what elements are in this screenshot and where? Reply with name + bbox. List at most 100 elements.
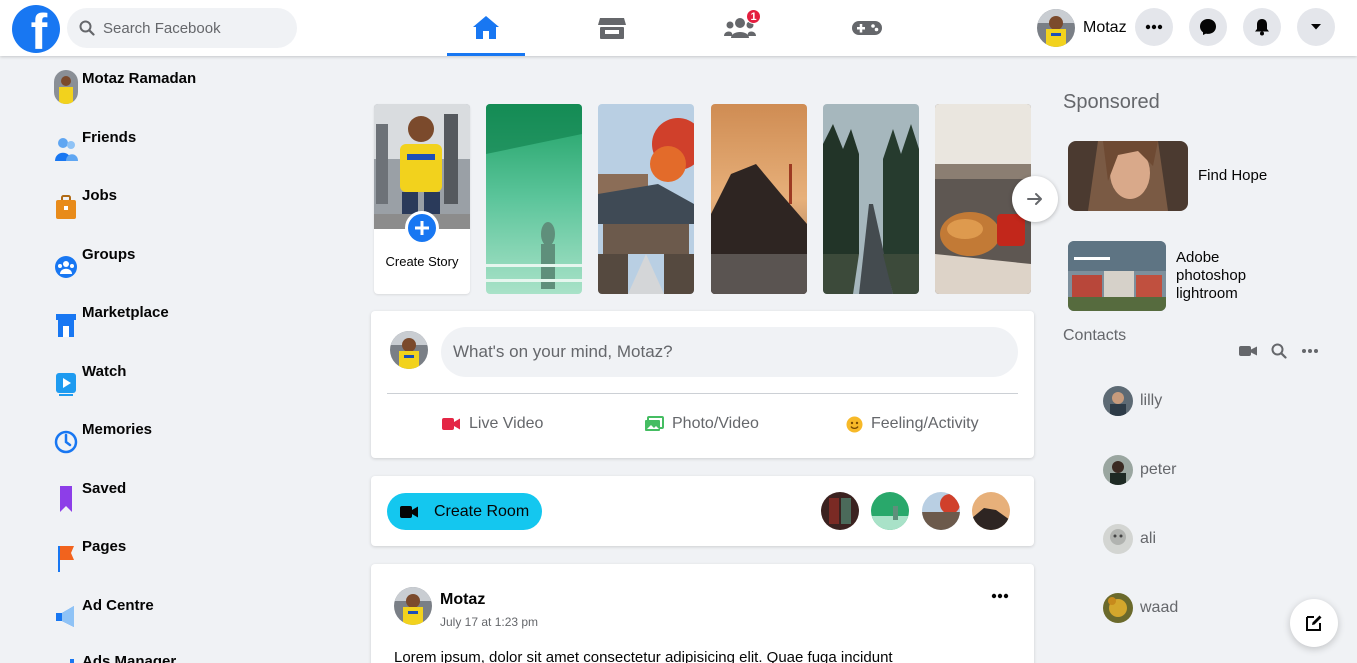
avatar [54,70,78,104]
tab-gaming[interactable] [828,0,906,56]
avatar[interactable] [394,587,432,625]
post-options-button[interactable] [991,586,1009,604]
sidebar-item-groups[interactable]: Groups [54,244,135,280]
contacts-options-icon[interactable] [1301,348,1319,354]
sidebar-item-label: Ads Manager [82,653,177,663]
marketplace-store-icon [598,18,626,39]
megaphone-icon [56,606,74,627]
avatar [1103,455,1133,485]
menu-button[interactable] [1135,8,1173,46]
sidebar-item-jobs[interactable]: Jobs [54,185,117,221]
sidebar-item-friends[interactable]: Friends [54,127,136,163]
notifications-bell-icon [1255,19,1269,36]
groups-notification-badge: 1 [746,9,761,24]
avatar [1103,593,1133,623]
post-author[interactable]: Motaz [440,591,485,609]
add-story-button[interactable] [405,211,439,245]
more-dots-icon [1145,24,1163,30]
plus-icon [415,221,429,235]
tab-marketplace[interactable] [573,0,651,56]
avatar [1103,524,1133,554]
sponsored-image [1068,241,1166,311]
room-avatar[interactable] [871,492,909,530]
stories-next-button[interactable] [1012,176,1058,222]
home-icon [473,15,499,39]
facebook-logo[interactable]: f [12,5,60,53]
photo-icon [645,416,664,431]
sponsored-item[interactable]: Adobe photoshop lightroom [1068,241,1246,311]
sidebar-item-label: Motaz Ramadan [82,70,197,87]
sidebar-item-memories[interactable]: Memories [54,419,152,455]
search-contacts-icon[interactable] [1271,343,1287,359]
contact-item[interactable]: waad [1103,593,1178,623]
create-room-button[interactable]: Create Room [387,493,542,530]
more-dots-icon [991,593,1009,599]
story-thumbnail [486,104,582,294]
sidebar-item-ad-centre[interactable]: Ad Centre [54,595,154,631]
room-avatar[interactable] [821,492,859,530]
sponsored-heading: Sponsored [1063,91,1160,113]
new-room-video-icon[interactable] [1238,345,1258,357]
rooms-card: Create Room [371,476,1034,546]
search-box[interactable] [67,8,297,48]
create-story-card[interactable]: Create Story [374,104,470,294]
contact-item[interactable]: ali [1103,524,1156,554]
compose-edit-icon [1306,615,1322,631]
sidebar-item-label: Ad Centre [82,597,154,614]
gaming-controller-icon [852,21,882,35]
live-video-button[interactable]: Live Video [441,415,543,433]
story-card[interactable] [823,104,919,294]
sponsored-label: Find Hope [1198,167,1268,184]
sidebar-item-label: Marketplace [82,304,169,321]
sidebar-item-saved[interactable]: Saved [54,478,126,514]
avatar [1037,9,1075,47]
sidebar-item-ads-manager[interactable]: Ads Manager [54,651,176,663]
header-profile-name: Motaz [1083,19,1127,36]
notifications-button[interactable] [1243,8,1281,46]
photo-video-label: Photo/Video [672,415,759,432]
friends-icon [55,138,78,161]
groups-icon [55,256,77,278]
smiley-icon [846,416,863,432]
contact-name: ali [1140,530,1157,547]
story-card[interactable] [486,104,582,294]
messenger-button[interactable] [1189,8,1227,46]
story-thumbnail [598,104,694,294]
divider [387,393,1018,394]
post-timestamp[interactable]: July 17 at 1:23 pm [440,615,538,629]
feed-post: Motaz July 17 at 1:23 pm Lorem ipsum, do… [371,564,1034,663]
account-caret-icon [1311,24,1321,30]
store-icon [56,314,76,337]
search-input[interactable] [103,19,283,37]
sidebar-item-marketplace[interactable]: Marketplace [54,302,169,338]
feeling-activity-label: Feeling/Activity [871,415,979,432]
sidebar-item-pages[interactable]: Pages [54,536,126,572]
header-profile-chip[interactable]: Motaz [1037,8,1127,48]
create-room-label: Create Room [434,502,530,520]
sidebar-item-watch[interactable]: Watch [54,361,126,397]
room-avatar[interactable] [922,492,960,530]
live-video-label: Live Video [469,415,544,432]
contact-item[interactable]: lilly [1103,386,1162,416]
photo-video-button[interactable]: Photo/Video [644,415,759,433]
story-card[interactable] [711,104,807,294]
status-input[interactable]: What's on your mind, Motaz? [441,327,1018,377]
tab-home[interactable] [447,0,525,56]
tab-groups[interactable]: 1 [701,0,779,56]
story-card[interactable] [598,104,694,294]
avatar [390,331,428,369]
contact-item[interactable]: peter [1103,455,1176,485]
play-icon [56,373,76,396]
contact-name: lilly [1140,392,1163,409]
account-menu-button[interactable] [1297,8,1335,46]
sidebar-item-label: Pages [82,538,127,555]
sponsored-item[interactable]: Find Hope [1068,141,1267,211]
feeling-activity-button[interactable]: Feeling/Activity [846,415,979,433]
new-message-button[interactable] [1290,599,1338,647]
flag-icon [58,546,74,572]
briefcase-icon [56,195,76,219]
search-icon [79,20,95,36]
sidebar-item-profile[interactable]: Motaz Ramadan [54,68,196,104]
room-avatar[interactable] [972,492,1010,530]
sidebar-item-label: Watch [82,363,127,380]
